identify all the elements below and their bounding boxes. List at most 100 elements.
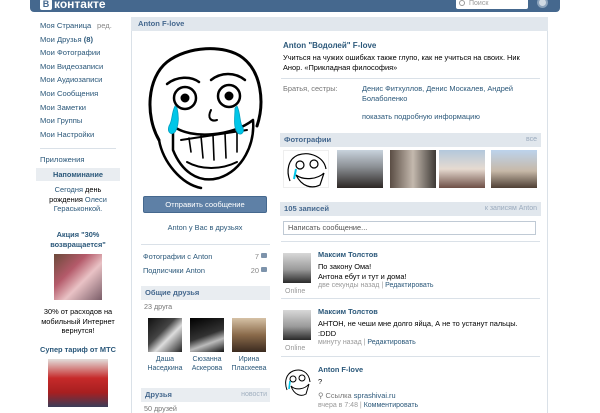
post-text: ? ⚲ Ссылка sprashivai.ru: [318, 377, 533, 400]
menu-item-groups[interactable]: Мои Группы: [40, 114, 120, 128]
photo-thumb[interactable]: [390, 150, 436, 188]
profile-avatar[interactable]: [141, 40, 268, 190]
wall-post-input[interactable]: Написать сообщение...: [283, 221, 536, 235]
divider: [281, 241, 540, 242]
menu-item-messages[interactable]: Мои Сообщения: [40, 87, 120, 101]
search-input[interactable]: Поиск: [456, 0, 528, 9]
post-author-avatar[interactable]: [283, 253, 311, 283]
menu-item-friends[interactable]: Мои Друзья (8): [40, 33, 120, 47]
camera-icon: [261, 253, 267, 258]
post-author[interactable]: Максим Толстов: [318, 307, 378, 316]
to-owner-posts-link[interactable]: к записям Anton: [485, 202, 537, 216]
friend-card[interactable]: Сюзанна Аскерова: [186, 318, 228, 373]
post-author[interactable]: Anton F-love: [318, 365, 363, 374]
friend-photo[interactable]: [190, 318, 224, 352]
friend-photo[interactable]: [148, 318, 182, 352]
post-meta: минуту назад | Редактировать: [318, 339, 416, 346]
friends-section-header[interactable]: Друзья новости: [141, 388, 270, 402]
all-photos-link[interactable]: все: [526, 133, 537, 147]
menu-item-my-page[interactable]: Моя Страница ред.: [40, 19, 120, 33]
ad-image[interactable]: [48, 358, 108, 407]
comment-link[interactable]: Комментировать: [364, 402, 419, 409]
post-line: АНТОН, не чеши мне долго яйца, А не то у…: [318, 319, 518, 328]
photo-thumb[interactable]: [337, 150, 383, 188]
photos-section-header[interactable]: Фотографии все: [280, 133, 541, 147]
edit-link[interactable]: ред.: [97, 19, 112, 33]
post-time[interactable]: две секунды назад: [318, 282, 379, 289]
vk-logo-icon: В: [40, 0, 52, 10]
photos-section-title: Фотографии: [284, 135, 332, 144]
post-author-avatar[interactable]: [283, 368, 311, 398]
post-author-avatar[interactable]: [283, 310, 311, 340]
friends-news-link[interactable]: новости: [241, 388, 267, 402]
in-friends-link[interactable]: Anton у Вас в друзьях: [143, 223, 267, 232]
link-icon: ⚲: [318, 390, 324, 400]
photos-with-label: Фотографии с Anton: [143, 252, 213, 261]
rage-face-small-icon: [285, 369, 311, 396]
menu-item-label: Моя Страница: [40, 21, 92, 30]
menu-item-audio[interactable]: Мои Аудиозаписи: [40, 73, 120, 87]
post-author[interactable]: Максим Толстов: [318, 250, 378, 259]
edit-post-link[interactable]: Редактировать: [367, 339, 415, 346]
attachment-link[interactable]: sprashivai.ru: [354, 391, 396, 400]
common-friends-header[interactable]: Общие друзья: [141, 286, 270, 300]
friend-last-name[interactable]: Наседкина: [144, 365, 186, 374]
left-menu: Моя Страница ред. Мои Друзья (8) Мои Фот…: [40, 19, 120, 167]
menu-item-notes[interactable]: Мои Заметки: [40, 101, 120, 115]
post-text: По закону Ома! Антона ебут и тут и дома!: [318, 262, 533, 281]
ad-block-internet[interactable]: Акция "30% возвращается" 30% от расходов…: [36, 230, 120, 336]
friend-card[interactable]: Ирина Пласкеева: [228, 318, 270, 373]
ad-title[interactable]: Супер тариф от МТС: [36, 345, 120, 355]
vk-logo[interactable]: В контакте: [40, 0, 106, 11]
siblings-links[interactable]: Денис Фитхуллов, Денис Москалев, Андрей …: [362, 84, 527, 103]
photo-thumb[interactable]: [283, 150, 329, 188]
friend-card[interactable]: Даша Наседкина: [144, 318, 186, 373]
menu-item-settings[interactable]: Мои Настройки: [40, 128, 120, 142]
friends-count: (8): [83, 34, 94, 44]
menu-item-apps[interactable]: Приложения: [40, 153, 120, 167]
wall-input-placeholder: Написать сообщение...: [288, 223, 368, 232]
wall-header[interactable]: 105 записей к записям Anton: [280, 202, 541, 216]
friend-first-name[interactable]: Сюзанна: [186, 356, 228, 365]
common-friends-count: 23 друга: [144, 302, 173, 311]
ad-title[interactable]: Акция "30% возвращается": [36, 230, 120, 249]
subscribers-link[interactable]: Подписчики Anton 20: [143, 266, 267, 275]
profile-header: Anton F-love: [131, 17, 548, 31]
subscribers-label: Подписчики Anton: [143, 266, 206, 275]
search-icon: [459, 0, 465, 6]
menu-item-photos[interactable]: Мои Фотографии: [40, 46, 120, 60]
edit-post-link[interactable]: Редактировать: [385, 282, 433, 289]
divider: [281, 298, 540, 299]
friends-count: 50 друзей: [144, 404, 177, 413]
friend-first-name[interactable]: Ирина: [228, 356, 270, 365]
ad-image[interactable]: [54, 254, 102, 300]
friends-section-title: Друзья: [145, 390, 172, 399]
show-more-info-link[interactable]: показать подробную информацию: [362, 112, 480, 121]
menu-divider: [40, 148, 116, 150]
ad-block-mts[interactable]: Супер тариф от МТС: [36, 345, 120, 407]
friend-last-name[interactable]: Аскерова: [186, 365, 228, 374]
menu-item-videos[interactable]: Мои Видеозаписи: [40, 60, 120, 74]
friend-last-name[interactable]: Пласкеева: [228, 365, 270, 374]
divider: [141, 244, 270, 245]
post-time[interactable]: минуту назад: [318, 339, 362, 346]
friend-first-name[interactable]: Даша: [144, 356, 186, 365]
search-placeholder: Поиск: [469, 0, 489, 7]
send-message-button[interactable]: Отправить сообщение: [143, 196, 267, 213]
photos-with-link[interactable]: Фотографии с Anton 7: [143, 252, 267, 261]
post-meta: вчера в 7:48 | Комментировать: [318, 402, 419, 409]
photo-thumb[interactable]: [491, 150, 537, 188]
photo-thumb[interactable]: [439, 150, 485, 188]
siblings-label: Братья, сестры:: [283, 84, 338, 93]
rage-face-avatar-icon: [148, 47, 263, 190]
post-text: АНТОН, не чеши мне долго яйца, А не то у…: [318, 319, 533, 338]
post-attachment: ⚲ Ссылка sprashivai.ru: [318, 391, 533, 401]
post-line: По закону Ома!: [318, 262, 372, 271]
profile-status[interactable]: Учиться на чужих ошибках также глупо, ка…: [283, 53, 538, 72]
today-link[interactable]: Сегодня: [55, 185, 83, 194]
post-line: :DDD: [318, 328, 337, 338]
friend-photo[interactable]: [232, 318, 266, 352]
online-status: Online: [285, 288, 306, 295]
reminder-text: день: [85, 185, 102, 194]
post-time[interactable]: вчера в 7:48: [318, 402, 358, 409]
